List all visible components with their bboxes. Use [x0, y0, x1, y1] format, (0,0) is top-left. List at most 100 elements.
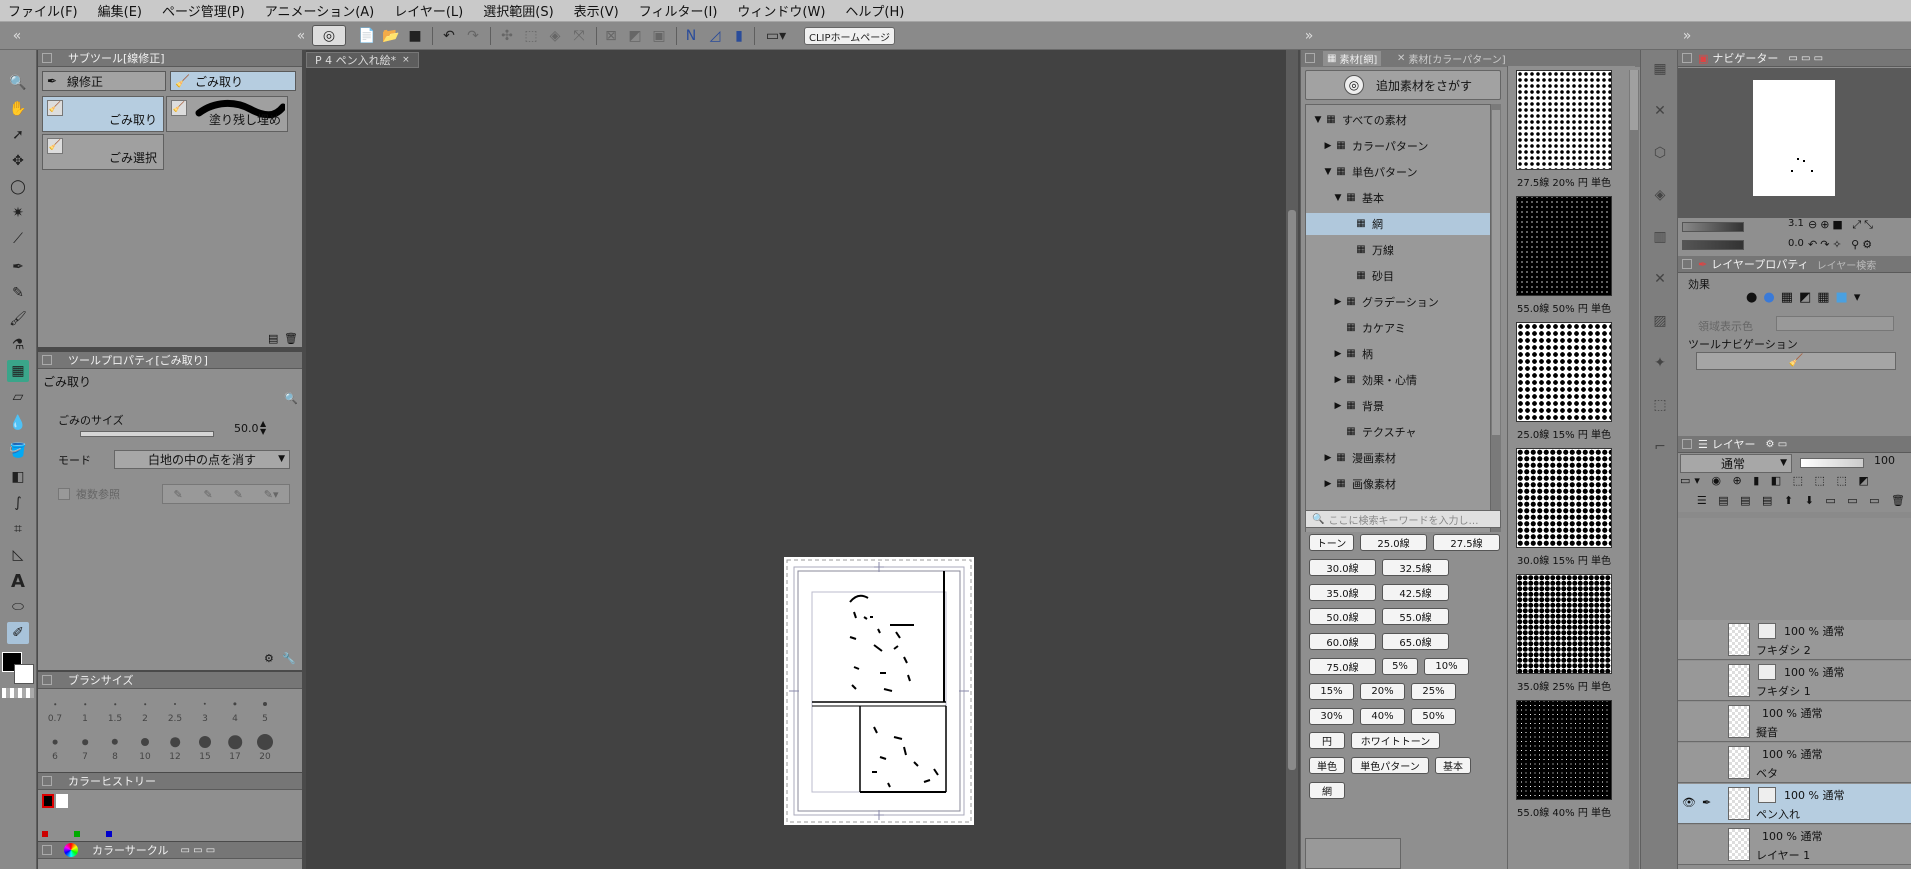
tag-chip[interactable]: 55.0線: [1382, 608, 1449, 626]
lasso-icon[interactable]: ◯: [7, 176, 29, 198]
navigator-tabs-icons[interactable]: ▭ ▭ ▭: [1788, 53, 1823, 64]
layer-tools-row1[interactable]: ▭▾ ◉ ⊕ ▮ ◧ ⬚ ⬚ ⬚ ◩: [1680, 474, 1909, 492]
material-search-input[interactable]: ここに検索キーワードを入力し…: [1328, 512, 1478, 527]
zoom-tools-icons[interactable]: ⊖⊕■ ⤢⤡: [1808, 218, 1876, 232]
tree-item[interactable]: ▶ ▦ 漫画素材: [1306, 447, 1490, 469]
transparent-color-swatch[interactable]: [2, 688, 34, 698]
menu-0[interactable]: ファイル(F): [8, 1, 78, 20]
history-color-blue[interactable]: [106, 831, 112, 837]
tag-chip[interactable]: 32.5線: [1382, 558, 1449, 576]
brush-size-preset[interactable]: 15: [190, 730, 220, 762]
zoom-slider[interactable]: [1682, 222, 1744, 232]
invert-selection-icon[interactable]: ◩: [624, 25, 646, 46]
menu-8[interactable]: ウィンドウ(W): [737, 1, 825, 20]
stepper-icon[interactable]: ▲ ▼: [260, 420, 266, 436]
tab-material-screentone[interactable]: ▦ 素材[網]: [1323, 51, 1382, 66]
sub-color-swatch[interactable]: [14, 664, 34, 684]
tone-swatch[interactable]: [1516, 196, 1612, 296]
tag-chip[interactable]: 30.0線: [1309, 558, 1376, 576]
find-more-materials-button[interactable]: ◎ 追加素材をさがす: [1305, 70, 1501, 100]
tree-item[interactable]: ▦ 砂目: [1306, 265, 1490, 287]
settings-icon[interactable]: ⚙: [264, 652, 274, 665]
brush-size-preset[interactable]: 2.5: [160, 692, 190, 724]
brush-icon[interactable]: 🖌: [7, 308, 29, 330]
figure-icon[interactable]: ∫: [7, 492, 29, 514]
history-color-white[interactable]: [56, 794, 68, 808]
move-layer-icon[interactable]: ✥: [7, 150, 29, 172]
expand-arrow-icon[interactable]: ▶: [1332, 401, 1344, 411]
airbrush-icon[interactable]: ⚗: [7, 334, 29, 356]
history-color-red[interactable]: [42, 831, 48, 837]
collapse-left-icon[interactable]: «: [6, 25, 28, 46]
tab-line-correction[interactable]: ✒ 線修正: [42, 71, 166, 91]
tag-chip[interactable]: 40%: [1360, 707, 1405, 725]
tag-chip[interactable]: 10%: [1424, 658, 1469, 675]
decoration-icon[interactable]: ▦: [7, 360, 29, 382]
fill-icon[interactable]: ◈: [544, 25, 566, 46]
snap-special-ruler-icon[interactable]: ◿: [704, 25, 726, 46]
tree-item[interactable]: ▦ カケアミ: [1306, 317, 1490, 339]
tag-chip[interactable]: トーン: [1309, 534, 1354, 551]
menu-2[interactable]: ページ管理(P): [162, 1, 245, 20]
tree-item[interactable]: ▶ ▦ グラデーション: [1306, 291, 1490, 313]
material-tone-icon[interactable]: ▦: [1647, 56, 1673, 82]
eraser-icon[interactable]: ▱: [7, 386, 29, 408]
snap-ruler-icon[interactable]: N: [680, 25, 702, 46]
layer-row[interactable]: 100 % 通常 擬音: [1678, 702, 1911, 742]
operation-icon[interactable]: ➚: [7, 124, 29, 146]
clip-studio-icon[interactable]: ◎: [312, 25, 346, 46]
tone-swatch[interactable]: [1516, 70, 1612, 170]
tag-chip[interactable]: 25%: [1411, 682, 1456, 700]
tag-chip[interactable]: 20%: [1360, 682, 1405, 700]
material-pose-icon[interactable]: ✕: [1647, 266, 1673, 292]
tree-item[interactable]: ▼ ▦ 基本: [1306, 187, 1490, 209]
material-effect-icon[interactable]: ◈: [1647, 182, 1673, 208]
pen-icon[interactable]: ✒: [7, 256, 29, 278]
edit-target-icon[interactable]: ✒: [1702, 796, 1716, 809]
brush-size-preset[interactable]: 1.5: [100, 692, 130, 724]
balloon-icon[interactable]: ⬭: [7, 596, 29, 618]
canvas-page[interactable]: [784, 557, 974, 825]
tone-swatch[interactable]: [1516, 322, 1612, 422]
clear-icon[interactable]: ✣: [496, 25, 518, 46]
tree-item[interactable]: ▼ ▦ すべての素材: [1306, 109, 1490, 131]
menu-5[interactable]: 選択範囲(S): [483, 1, 553, 20]
expand-arrow-icon[interactable]: ▶: [1322, 141, 1334, 151]
blend-icon[interactable]: 💧: [7, 412, 29, 434]
brush-size-preset[interactable]: 20: [250, 730, 280, 762]
tree-item[interactable]: ▦ 網: [1306, 213, 1490, 235]
menu-4[interactable]: レイヤー(L): [394, 1, 463, 20]
document-tab[interactable]: P 4 ペン入れ絵* ×: [306, 52, 419, 68]
tree-item[interactable]: ▶ ▦ 効果・心情: [1306, 369, 1490, 391]
scroll-thumb[interactable]: [1288, 210, 1296, 770]
tag-chip[interactable]: 25.0線: [1360, 534, 1427, 551]
tree-item[interactable]: ▶ ▦ カラーパターン: [1306, 135, 1490, 157]
tag-chip[interactable]: 42.5線: [1382, 583, 1449, 601]
expand-arrow-icon[interactable]: ▶: [1322, 479, 1334, 489]
tag-chip[interactable]: 単色パターン: [1351, 757, 1429, 775]
expand-arrow-icon[interactable]: ▼: [1332, 193, 1344, 203]
tag-chip[interactable]: 30%: [1309, 707, 1354, 725]
tag-chip[interactable]: ホワイトトーン: [1351, 732, 1440, 750]
brush-size-preset[interactable]: 3: [190, 692, 220, 724]
multi-ref-checkbox[interactable]: [58, 488, 70, 500]
material-ruler-icon[interactable]: ✦: [1647, 350, 1673, 376]
gradient-icon[interactable]: ◧: [7, 466, 29, 488]
fill-bucket-icon[interactable]: 🪣: [7, 440, 29, 462]
canvas-vertical-scrollbar[interactable]: [1286, 50, 1298, 869]
dust-size-slider[interactable]: [80, 431, 214, 437]
color-tabs-icons[interactable]: ▭ ▭ ▭: [180, 845, 215, 856]
new-subtool-icon[interactable]: ▤: [268, 332, 278, 345]
menu-1[interactable]: 編集(E): [98, 1, 142, 20]
opacity-value[interactable]: 100: [1874, 454, 1895, 467]
redo-icon[interactable]: ↷: [462, 25, 484, 46]
snap-grid-icon[interactable]: ▮: [728, 25, 750, 46]
show-selection-icon[interactable]: ▣: [648, 25, 670, 46]
hand-icon[interactable]: ✋: [7, 98, 29, 120]
tag-chip[interactable]: 35.0線: [1309, 583, 1376, 601]
tab-material-color-pattern[interactable]: ✕ 素材[カラーパターン]: [1393, 51, 1510, 66]
material-search-box[interactable]: 🔍 ここに検索キーワードを入力し…: [1305, 510, 1501, 528]
tree-item[interactable]: ▶ ▦ 背景: [1306, 395, 1490, 417]
multi-ref-options[interactable]: ✎ ✎ ✎ ✎▾: [162, 484, 290, 504]
mode-dropdown[interactable]: 白地の中の点を消す ▼: [114, 450, 290, 469]
